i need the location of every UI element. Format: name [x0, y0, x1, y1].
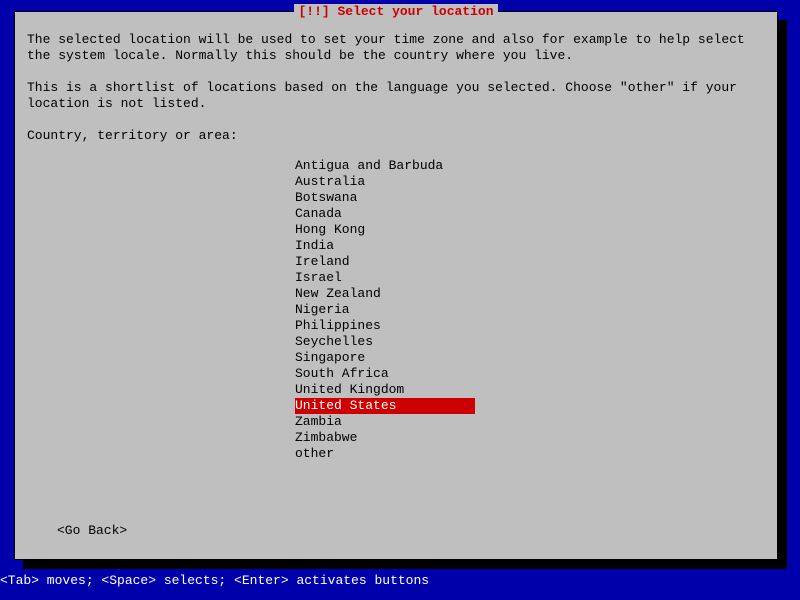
location-option[interactable]: Botswana — [295, 190, 357, 206]
location-option[interactable]: Zambia — [295, 414, 342, 430]
location-list[interactable]: Antigua and BarbudaAustraliaBotswanaCana… — [295, 158, 765, 462]
location-option[interactable]: Canada — [295, 206, 342, 222]
dialog-title-bar: [!!] Select your location — [15, 4, 777, 20]
location-option[interactable]: Nigeria — [295, 302, 350, 318]
location-option[interactable]: Hong Kong — [295, 222, 365, 238]
location-option[interactable]: Australia — [295, 174, 365, 190]
description-paragraph-2: This is a shortlist of locations based o… — [27, 80, 765, 112]
go-back-button[interactable]: <Go Back> — [57, 523, 127, 539]
location-option[interactable]: Seychelles — [295, 334, 373, 350]
keyboard-hint: <Tab> moves; <Space> selects; <Enter> ac… — [0, 573, 429, 589]
location-option[interactable]: Zimbabwe — [295, 430, 357, 446]
location-option[interactable]: other — [295, 446, 334, 462]
location-option[interactable]: New Zealand — [295, 286, 381, 302]
location-option[interactable]: Philippines — [295, 318, 381, 334]
location-dialog: [!!] Select your location The selected l… — [14, 11, 778, 560]
dialog-content: The selected location will be used to se… — [27, 32, 765, 462]
location-option[interactable]: United Kingdom — [295, 382, 404, 398]
location-option[interactable]: Ireland — [295, 254, 350, 270]
location-option[interactable]: Israel — [295, 270, 342, 286]
location-option[interactable]: Singapore — [295, 350, 365, 366]
location-option[interactable]: Antigua and Barbuda — [295, 158, 443, 174]
location-option[interactable]: India — [295, 238, 334, 254]
description-paragraph-1: The selected location will be used to se… — [27, 32, 765, 64]
location-option[interactable]: South Africa — [295, 366, 389, 382]
field-prompt: Country, territory or area: — [27, 128, 765, 144]
location-option[interactable]: United States — [295, 398, 475, 414]
dialog-title: [!!] Select your location — [294, 4, 497, 19]
